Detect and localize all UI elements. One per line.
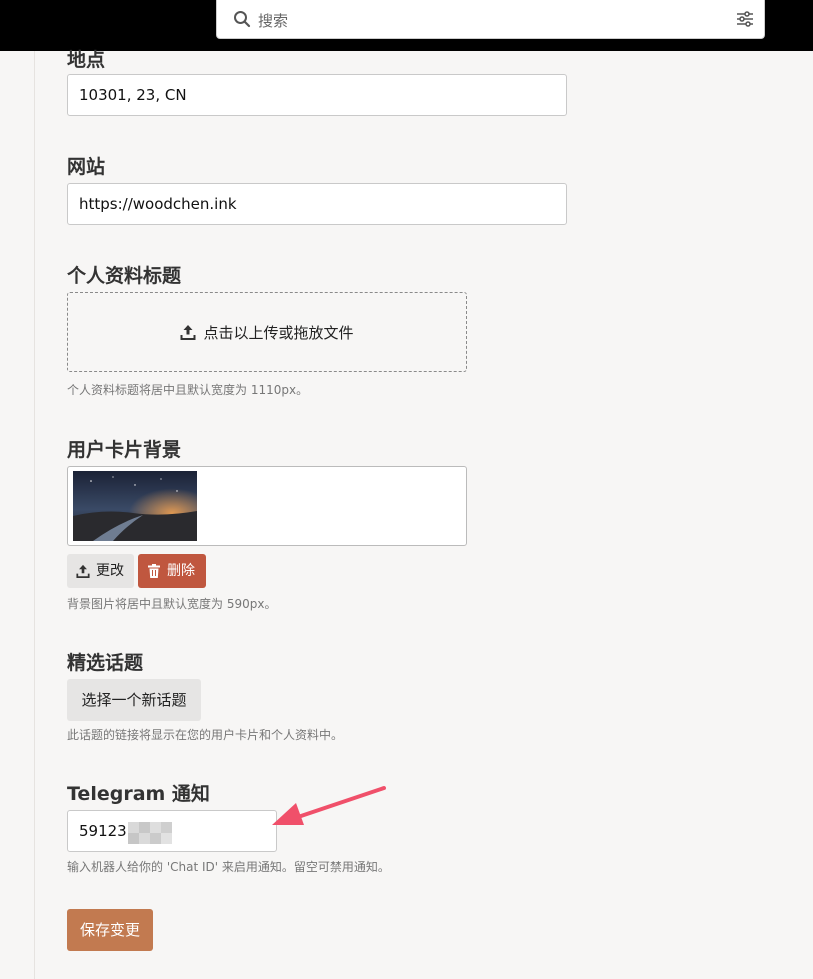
telegram-label: Telegram 通知 [67,783,210,805]
upload-icon [76,564,90,578]
card-background-help: 背景图片将居中且默认宽度为 590px。 [67,597,277,611]
featured-topic-help: 此话题的链接将显示在您的用户卡片和个人资料中。 [67,728,344,742]
delete-background-button[interactable]: 删除 [138,554,206,588]
background-thumbnail-image [73,471,197,541]
save-changes-button[interactable]: 保存变更 [67,909,153,951]
change-background-button[interactable]: 更改 [67,554,134,588]
search-input[interactable]: 搜索 [258,10,288,31]
search-filter-sliders-icon[interactable] [736,10,754,28]
profile-header-help: 个人资料标题将居中且默认宽度为 1110px。 [67,383,309,397]
annotation-arrow [272,786,386,825]
featured-topic-label: 精选话题 [67,652,144,674]
redacted-pixelation [128,822,172,844]
profile-header-label: 个人资料标题 [67,265,182,287]
search-box[interactable]: 搜索 [216,0,765,39]
card-background-preview [67,466,467,546]
website-label: 网站 [67,156,106,178]
telegram-chat-id-input[interactable]: 59123 [67,810,277,852]
search-icon [234,11,251,28]
sidebar-divider [34,51,35,979]
upload-text: 点击以上传或拖放文件 [203,323,354,342]
profile-header-dropzone[interactable]: 点击以上传或拖放文件 [67,292,467,372]
location-label: 地点 [67,49,106,71]
location-input[interactable]: 10301, 23, CN [67,74,567,116]
upload-icon [180,325,196,340]
select-topic-button[interactable]: 选择一个新话题 [67,679,201,721]
telegram-help: 输入机器人给你的 'Chat ID' 来启用通知。留空可禁用通知。 [67,860,390,874]
trash-icon [148,564,160,578]
card-background-label: 用户卡片背景 [67,439,182,461]
website-input[interactable]: https://woodchen.ink [67,183,567,225]
